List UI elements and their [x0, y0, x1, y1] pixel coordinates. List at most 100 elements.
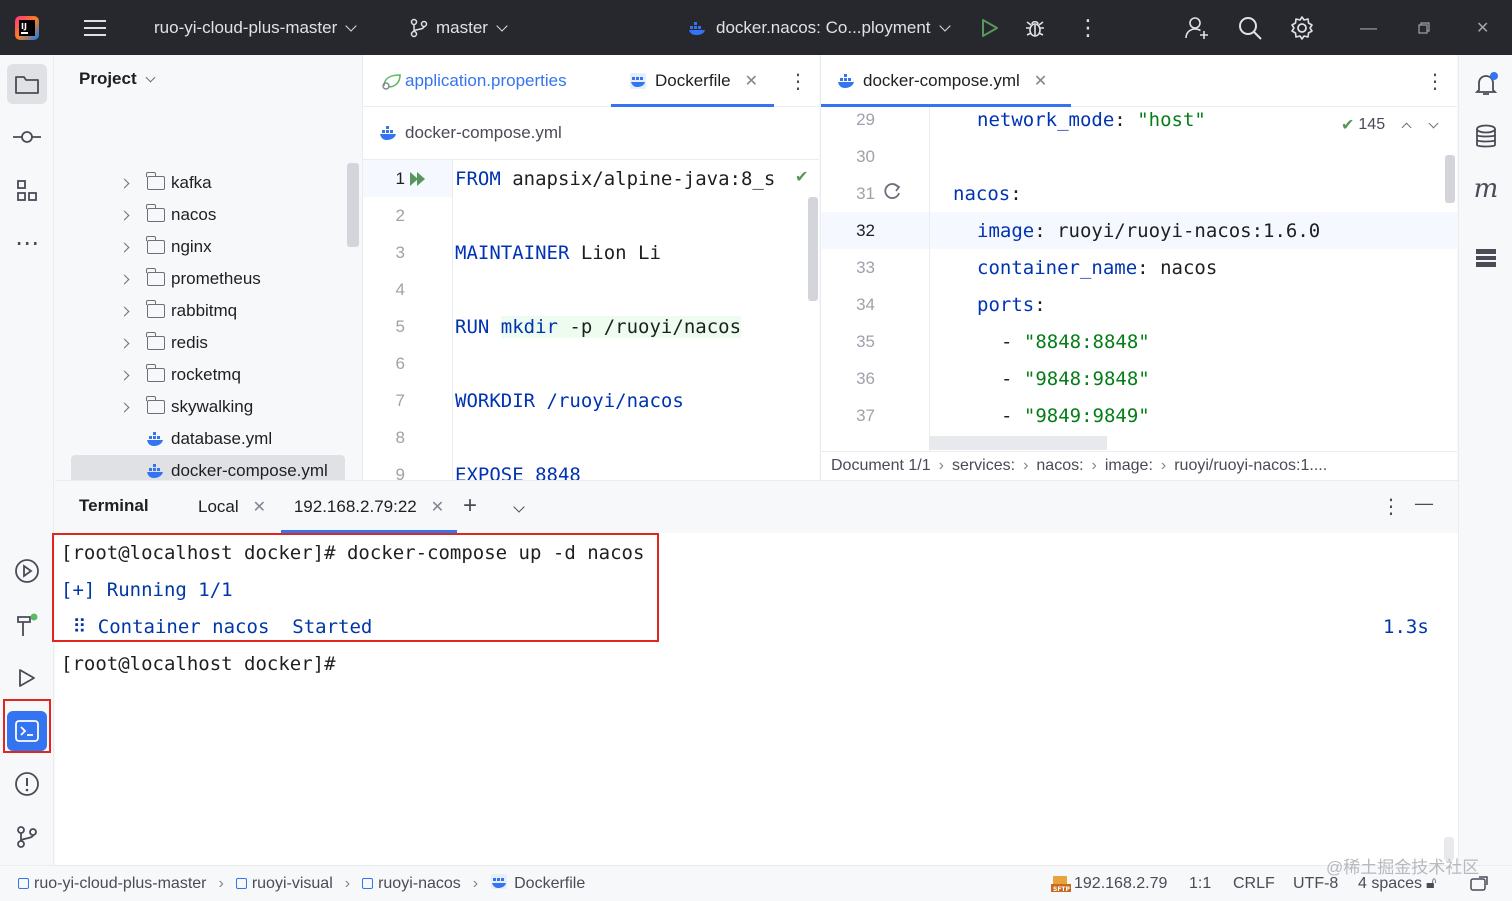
structure-tool-button[interactable]: [7, 171, 47, 211]
code-line[interactable]: nacos:: [953, 175, 1022, 212]
search-button[interactable]: [1237, 0, 1263, 55]
code-line[interactable]: - "8848:8848": [1001, 323, 1150, 360]
debug-button[interactable]: [1023, 0, 1047, 55]
chevron-up-icon[interactable]: [1401, 122, 1412, 132]
chevron-right-icon[interactable]: [119, 306, 130, 316]
chevron-right-icon[interactable]: [119, 370, 130, 380]
tree-item[interactable]: database.yml: [55, 423, 361, 455]
branch-selector[interactable]: master: [410, 0, 508, 55]
tree-item[interactable]: skywalking: [55, 391, 361, 423]
scrollbar[interactable]: [1445, 155, 1455, 203]
hide-panel-icon[interactable]: —: [1415, 493, 1433, 514]
chevron-right-icon[interactable]: [119, 338, 130, 348]
add-user-button[interactable]: [1184, 0, 1210, 55]
tree-item-label: rocketmq: [171, 365, 241, 384]
tab-dockerfile[interactable]: Dockerfile ✕: [611, 55, 774, 107]
status-line-separator[interactable]: CRLF: [1233, 866, 1275, 901]
code-line[interactable]: FROM anapsix/alpine-java:8_s: [455, 160, 775, 197]
tree-item[interactable]: rocketmq: [55, 359, 361, 391]
breadcrumb-item[interactable]: ruoyi-nacos: [378, 875, 461, 893]
code-line[interactable]: WORKDIR /ruoyi/nacos: [455, 382, 684, 419]
breadcrumb-item[interactable]: Dockerfile: [514, 875, 585, 893]
minimize-button[interactable]: —: [1360, 0, 1377, 55]
restore-button[interactable]: [1418, 0, 1430, 55]
project-selector[interactable]: ruo-yi-cloud-plus-master: [154, 0, 357, 55]
terminal-tab-ssh[interactable]: 192.168.2.79:22 ✕: [281, 481, 457, 533]
tree-item[interactable]: rabbitmq: [55, 295, 361, 327]
code-line[interactable]: MAINTAINER Lion Li: [455, 234, 661, 271]
breadcrumb-item[interactable]: Document 1/1: [831, 457, 931, 475]
chevron-down-icon[interactable]: [1428, 118, 1439, 128]
tree-item[interactable]: nacos: [55, 199, 361, 231]
tree-item[interactable]: kafka: [55, 167, 361, 199]
breadcrumb-item[interactable]: nacos:: [1036, 457, 1083, 475]
status-position[interactable]: 1:1: [1189, 866, 1211, 901]
build-tool-button[interactable]: [7, 605, 47, 645]
terminal-prompt[interactable]: [root@localhost docker]#: [61, 645, 336, 682]
markdown-icon[interactable]: m: [1466, 169, 1506, 209]
app-logo-icon[interactable]: IJ: [14, 0, 40, 55]
tree-item[interactable]: docker-compose.yml: [71, 455, 345, 480]
breadcrumb-item[interactable]: image:: [1105, 457, 1153, 475]
chevron-down-icon[interactable]: [505, 498, 525, 516]
database-button[interactable]: [1466, 117, 1506, 157]
more-tabs-icon[interactable]: ⋮: [1425, 69, 1445, 94]
inspection-widget[interactable]: ✔ 145: [1341, 115, 1439, 135]
tree-item[interactable]: redis: [55, 327, 361, 359]
run-config-selector[interactable]: docker.nacos: Co...ployment: [688, 0, 951, 55]
tab-docker-compose[interactable]: docker-compose.yml ✕: [821, 55, 1072, 107]
close-icon[interactable]: ✕: [431, 497, 444, 517]
more-tools-icon[interactable]: ⋯: [7, 223, 47, 263]
scrollbar[interactable]: [347, 163, 359, 247]
problems-tool-button[interactable]: [7, 764, 47, 804]
highlight-box: [3, 699, 51, 753]
horizontal-scrollbar[interactable]: [929, 436, 1107, 450]
main-menu-icon[interactable]: [84, 0, 108, 55]
structure-view-button[interactable]: [1466, 238, 1506, 278]
code-line[interactable]: image: ruoyi/ruoyi-nacos:1.6.0: [977, 212, 1320, 249]
chevron-right-icon[interactable]: [119, 210, 130, 220]
commit-tool-button[interactable]: [7, 117, 47, 157]
tree-item[interactable]: nginx: [55, 231, 361, 263]
more-tabs-icon[interactable]: ⋮: [788, 69, 808, 94]
breadcrumb-item[interactable]: ruo-yi-cloud-plus-master: [34, 875, 207, 893]
project-panel-header[interactable]: Project: [79, 69, 156, 89]
tab-application-properties[interactable]: application.properties: [381, 55, 567, 107]
refresh-icon[interactable]: [882, 181, 902, 206]
run-gutter-icon[interactable]: [409, 171, 427, 192]
new-tab-icon[interactable]: +: [463, 492, 477, 520]
run-icon: [982, 18, 998, 37]
breadcrumb-item[interactable]: ruoyi/ruoyi-nacos:1....: [1174, 457, 1327, 475]
code-line[interactable]: - "9849:9849": [1001, 397, 1150, 434]
close-window-button[interactable]: ✕: [1476, 0, 1489, 55]
close-icon[interactable]: ✕: [745, 71, 758, 91]
chevron-right-icon[interactable]: [119, 178, 130, 188]
project-tool-button[interactable]: [7, 64, 47, 104]
code-line[interactable]: EXPOSE 8848: [455, 456, 581, 481]
breadcrumb-item[interactable]: services:: [952, 457, 1015, 475]
code-line[interactable]: ports:: [977, 286, 1046, 323]
chevron-right-icon[interactable]: [119, 402, 130, 412]
git-tool-button[interactable]: [7, 817, 47, 857]
chevron-right-icon[interactable]: [119, 242, 130, 252]
run-button[interactable]: [978, 0, 1000, 55]
code-line[interactable]: - "9848:9848": [1001, 360, 1150, 397]
notifications-button[interactable]: [1466, 64, 1506, 104]
terminal-tab-local[interactable]: Local ✕: [198, 481, 266, 533]
code-line[interactable]: container_name: nacos: [977, 249, 1217, 286]
close-icon[interactable]: ✕: [1034, 71, 1047, 91]
more-actions-icon[interactable]: ⋮: [1077, 0, 1099, 55]
chevron-right-icon[interactable]: [119, 274, 130, 284]
code-line[interactable]: RUN mkdir -p /ruoyi/nacos: [455, 308, 742, 345]
tree-item[interactable]: prometheus: [55, 263, 361, 295]
scrollbar[interactable]: [808, 197, 818, 301]
close-icon[interactable]: ✕: [253, 497, 266, 517]
breadcrumb-item[interactable]: ruoyi-visual: [252, 875, 333, 893]
tree-item-label: prometheus: [171, 269, 261, 288]
settings-button[interactable]: [1289, 0, 1315, 55]
run-tool-button[interactable]: [7, 658, 47, 698]
status-host[interactable]: SFTP 192.168.2.79: [1050, 866, 1167, 901]
code-line[interactable]: network_mode: "host": [977, 101, 1206, 138]
more-options-icon[interactable]: ⋮: [1381, 494, 1401, 519]
services-tool-button[interactable]: [7, 551, 47, 591]
